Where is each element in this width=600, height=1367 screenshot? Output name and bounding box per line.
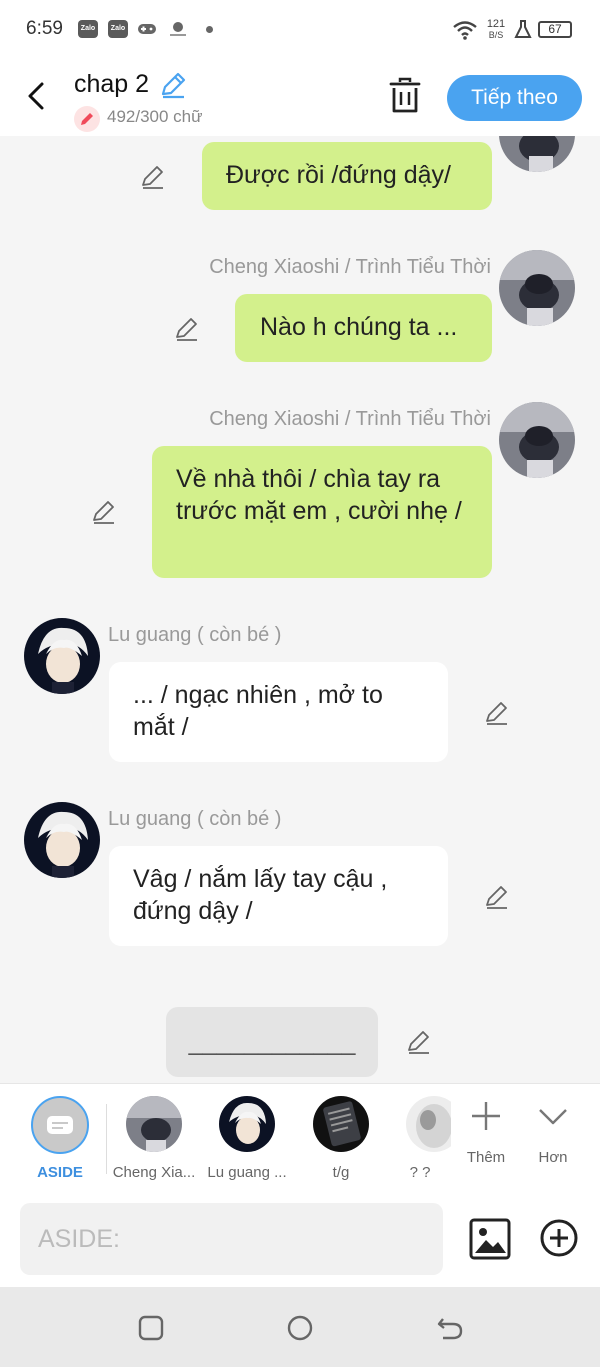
character-cheng-xiaoshi[interactable]: Cheng Xia... — [109, 1096, 199, 1181]
aside-selector[interactable]: ASIDE — [15, 1096, 105, 1181]
edit-message-icon[interactable] — [483, 883, 511, 911]
character-avatar — [313, 1096, 369, 1152]
chevron-down-icon — [539, 1109, 567, 1125]
edit-message-icon[interactable] — [483, 699, 511, 727]
message-bubble[interactable]: ... / ngạc nhiên , mở to mắt / — [109, 662, 448, 762]
aside-avatar — [31, 1096, 89, 1154]
add-circle-icon[interactable] — [538, 1217, 580, 1259]
message-text: Được rồi /đứng dậy/ — [226, 161, 451, 189]
word-count: 492/300 chữ — [107, 107, 203, 126]
network-speed-unit: B/S — [488, 30, 504, 40]
network-speed-value: 121 — [486, 18, 506, 30]
message-bubble[interactable]: Được rồi /đứng dậy/ — [202, 142, 492, 210]
flask-icon — [514, 20, 532, 38]
toolbar-divider — [106, 1104, 107, 1174]
character-label: t/g — [332, 1164, 350, 1181]
message-text: ... / ngạc nhiên , mở to mắt / — [133, 681, 383, 741]
zalo-app-icon: Zalo — [78, 20, 98, 38]
back-arrow-icon[interactable] — [18, 76, 58, 116]
sender-name: Cheng Xiaoshi / Trình Tiểu Thời — [209, 408, 491, 430]
aside-label: ASIDE — [37, 1164, 83, 1181]
character-label: ? ? — [409, 1164, 431, 1181]
avatar-cheng-xiaoshi[interactable] — [499, 250, 575, 326]
avatar-cheng-xiaoshi[interactable] — [499, 136, 575, 172]
header: chap 2 492/300 chữ Tiếp theo — [0, 60, 600, 136]
edit-message-icon[interactable] — [139, 163, 167, 191]
zalo-app-icon: Zalo — [108, 20, 128, 38]
battery-indicator: 67 — [538, 21, 572, 38]
character-avatar — [126, 1096, 182, 1152]
avatar-cheng-xiaoshi[interactable] — [499, 402, 575, 478]
lottie-icon — [170, 22, 186, 36]
input-bar — [0, 1191, 600, 1287]
character-label: Lu guang ... — [207, 1164, 287, 1181]
character-avatar — [406, 1096, 451, 1152]
message-bubble[interactable]: Vâg / nắm lấy tay cậu , đứng dậy / — [109, 846, 448, 946]
message-text: Nào h chúng ta ... — [260, 313, 458, 341]
network-speed: 121 B/S — [484, 19, 508, 41]
message-bubble[interactable]: Về nhà thôi / chìa tay ra trước mặt em ,… — [152, 446, 492, 578]
status-bar: 6:59 Zalo Zalo 121 B/S 67 — [0, 0, 600, 60]
edit-message-icon[interactable] — [405, 1028, 433, 1056]
character-tg[interactable]: t/g — [296, 1096, 386, 1181]
trash-icon[interactable] — [386, 76, 424, 116]
message-input[interactable] — [20, 1203, 443, 1275]
battery-level: 67 — [548, 22, 562, 36]
character-lu-guang[interactable]: Lu guang ... — [202, 1096, 292, 1181]
message-text: ____________ — [188, 1028, 356, 1056]
wifi-icon — [453, 21, 477, 40]
character-unknown[interactable]: ? ? — [389, 1096, 451, 1181]
avatar-lu-guang[interactable] — [24, 618, 100, 694]
chat-area[interactable]: Được rồi /đứng dậy/ Cheng Xiaoshi / Trìn… — [0, 136, 600, 1083]
word-count-pencil-icon — [74, 106, 100, 132]
character-avatar — [219, 1096, 275, 1152]
sender-name: Lu guang ( còn bé ) — [108, 624, 282, 646]
title-edit-icon[interactable] — [158, 70, 188, 100]
plus-icon — [472, 1102, 500, 1130]
expand-label: Hơn — [538, 1149, 568, 1166]
image-icon[interactable] — [468, 1217, 512, 1261]
next-button[interactable]: Tiếp theo — [447, 75, 582, 121]
navigation-bar — [0, 1287, 600, 1367]
more-label: Thêm — [466, 1149, 506, 1166]
expand-button[interactable]: Hơn — [523, 1098, 583, 1166]
message-bubble[interactable]: Nào h chúng ta ... — [235, 294, 492, 362]
recent-apps-icon[interactable] — [136, 1313, 166, 1343]
notification-dot — [206, 26, 213, 33]
gamepad-icon — [138, 24, 156, 34]
add-character-button[interactable]: Thêm — [456, 1098, 516, 1166]
message-text: Vâg / nắm lấy tay cậu , đứng dậy / — [133, 865, 388, 925]
avatar-lu-guang[interactable] — [24, 802, 100, 878]
home-icon[interactable] — [285, 1313, 315, 1343]
aside-bubble[interactable]: ____________ — [166, 1007, 378, 1077]
sender-name: Lu guang ( còn bé ) — [108, 808, 282, 830]
system-back-icon[interactable] — [435, 1313, 465, 1343]
status-time: 6:59 — [26, 18, 63, 39]
message-text: Về nhà thôi / chìa tay ra trước mặt em ,… — [176, 465, 462, 525]
sender-name: Cheng Xiaoshi / Trình Tiểu Thời — [209, 256, 491, 278]
page-title: chap 2 — [74, 70, 150, 98]
edit-message-icon[interactable] — [90, 498, 118, 526]
character-label: Cheng Xia... — [112, 1164, 196, 1181]
character-toolbar: ASIDE Cheng Xia... Lu guang ... t/g ? ? … — [0, 1083, 600, 1191]
edit-message-icon[interactable] — [173, 315, 201, 343]
